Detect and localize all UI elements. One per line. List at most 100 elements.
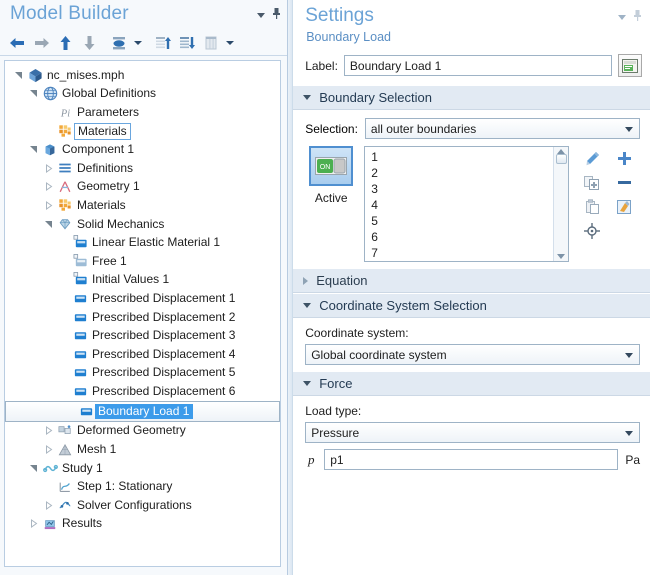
collapse-all-button[interactable] — [108, 32, 130, 54]
settings-subtitle: Boundary Load — [306, 30, 391, 44]
plus-icon[interactable] — [617, 151, 632, 169]
tree-item-solid-mechanics[interactable]: Solid Mechanics — [5, 215, 280, 234]
boundary-list-item[interactable]: 4 — [371, 197, 553, 213]
tree-item-prescribed-displacement-4[interactable]: Prescribed Displacement 4 — [5, 345, 280, 364]
wand-select-icon[interactable] — [584, 150, 601, 170]
tree-item-materials[interactable]: Materials — [5, 122, 280, 141]
tree-item-step-1-stationary[interactable]: Step 1: Stationary — [5, 477, 280, 496]
tree-item-linear-elastic-material-1[interactable]: Linear Elastic Material 1 — [5, 233, 280, 252]
show-menu-caret[interactable] — [224, 32, 236, 54]
tree-item-global-definitions[interactable]: Global Definitions — [5, 85, 280, 104]
tree-expander-closed-icon[interactable] — [41, 196, 56, 214]
tree-item-mesh-1[interactable]: Mesh 1 — [5, 440, 280, 459]
boundary-selection-header-label: Boundary Selection — [319, 90, 432, 105]
section-expanded-icon — [303, 303, 312, 308]
tree-expander-none — [56, 234, 71, 252]
pin-icon[interactable] — [272, 8, 281, 23]
collapse-tree-button[interactable] — [176, 32, 198, 54]
coordinate-system-dropdown[interactable]: Global coordinate system — [305, 344, 640, 365]
equation-header[interactable]: Equation — [293, 268, 650, 293]
tree-item-study-1[interactable]: Study 1 — [5, 459, 280, 478]
pressure-symbol: p — [307, 451, 315, 467]
tree-expander-open-icon[interactable] — [41, 215, 56, 233]
rename-description-icon[interactable] — [618, 54, 642, 77]
tree-item-initial-values-1[interactable]: Initial Values 1 — [5, 271, 280, 290]
tree-expander-open-icon[interactable] — [26, 141, 41, 159]
show-list-button[interactable] — [200, 32, 222, 54]
boundary-list-scrollbar[interactable] — [553, 147, 568, 261]
active-toggle-button[interactable]: ON — [309, 146, 354, 186]
tree-item-geometry-1[interactable]: Geometry 1 — [5, 178, 280, 197]
tree-item-boundary-load-1[interactable]: Boundary Load 1 — [5, 400, 281, 422]
materials-icon — [56, 123, 74, 139]
go-back-button[interactable] — [6, 32, 28, 54]
tree-expander-closed-icon[interactable] — [41, 159, 56, 177]
crosshair-icon[interactable] — [584, 222, 600, 242]
tree-expander-closed-icon[interactable] — [41, 496, 56, 514]
tree-expander-open-icon[interactable] — [26, 459, 41, 477]
equation-header-label: Equation — [316, 273, 368, 288]
tree-expander-closed-icon[interactable] — [41, 422, 56, 440]
move-down-button[interactable] — [78, 32, 100, 54]
tree-item-prescribed-displacement-3[interactable]: Prescribed Displacement 3 — [5, 326, 280, 345]
chevron-down-icon[interactable] — [618, 15, 626, 20]
boundary-list-item[interactable]: 2 — [371, 165, 553, 181]
force-header[interactable]: Force — [293, 371, 650, 396]
boundary-list-item[interactable]: 7 — [371, 245, 553, 261]
selection-caption: Selection: — [305, 121, 358, 136]
go-forward-button[interactable] — [30, 32, 52, 54]
tree-item-prescribed-displacement-2[interactable]: Prescribed Displacement 2 — [5, 308, 280, 327]
tree-expander-none — [56, 289, 71, 307]
boundary-list-item[interactable]: 3 — [371, 181, 553, 197]
tree-expander-open-icon[interactable] — [26, 85, 41, 103]
load-type-dropdown[interactable]: Pressure — [305, 422, 640, 443]
tree-item-parameters[interactable]: Pi Parameters — [5, 103, 280, 122]
boundary-list[interactable]: 1234567 — [364, 146, 569, 262]
move-up-button[interactable] — [54, 32, 76, 54]
tree-item-prescribed-displacement-1[interactable]: Prescribed Displacement 1 — [5, 289, 280, 308]
tree-item-label: Solver Configurations — [77, 497, 192, 512]
label-input[interactable] — [343, 55, 612, 76]
tree-item-definitions[interactable]: Definitions — [5, 159, 280, 178]
minus-icon[interactable] — [617, 175, 632, 193]
expand-tree-button[interactable] — [152, 32, 174, 54]
chevron-down-icon[interactable] — [257, 13, 266, 18]
tree-item-prescribed-displacement-5[interactable]: Prescribed Displacement 5 — [5, 364, 280, 383]
boundary-selection-header[interactable]: Boundary Selection — [293, 85, 650, 110]
boundary-list-item[interactable]: 5 — [371, 213, 553, 229]
force-header-label: Force — [319, 376, 353, 391]
boundary-list-item[interactable]: 6 — [371, 229, 553, 245]
mesh-icon — [56, 442, 74, 458]
tree-item-materials[interactable]: Materials — [5, 196, 280, 215]
tree-expander-open-icon[interactable] — [11, 66, 26, 84]
clear-selection-icon[interactable] — [616, 199, 632, 218]
tree-item-label: Solid Mechanics — [77, 216, 165, 231]
tree-expander-closed-icon[interactable] — [41, 441, 56, 459]
model-builder-panel: Model Builder nc_mises.mph Global Defini… — [0, 0, 289, 575]
scroll-thumb[interactable] — [555, 154, 567, 164]
coordinate-system-selection-header[interactable]: Coordinate System Selection — [293, 293, 650, 318]
tree-item-prescribed-displacement-6[interactable]: Prescribed Displacement 6 — [5, 382, 280, 401]
tree-expander-closed-icon[interactable] — [41, 178, 56, 196]
tree-item-deformed-geometry[interactable]: Deformed Geometry — [5, 422, 280, 441]
scroll-down-icon[interactable] — [557, 254, 565, 259]
tree-expander-closed-icon[interactable] — [26, 515, 41, 533]
tree-item-free-1[interactable]: Free 1 — [5, 252, 280, 271]
tree-item-solver-configurations[interactable]: Solver Configurations — [5, 496, 280, 515]
boundary-list-item[interactable]: 1 — [371, 149, 553, 165]
tree-item-component-1[interactable]: Component 1 — [5, 140, 280, 159]
tree-item-label: Prescribed Displacement 6 — [92, 383, 236, 398]
pressure-input[interactable] — [324, 449, 619, 470]
model-file-icon — [26, 67, 44, 83]
collapse-menu-caret[interactable] — [132, 32, 144, 54]
selection-dropdown[interactable]: all outer boundaries — [364, 118, 640, 139]
boundary-node-icon — [71, 309, 89, 325]
chevron-down-icon — [625, 352, 633, 358]
model-tree-container[interactable]: nc_mises.mph Global Definitions Pi Paramete… — [4, 60, 282, 567]
tree-expander-none — [41, 478, 56, 496]
pin-icon[interactable] — [633, 10, 642, 25]
globe-icon — [41, 86, 59, 102]
tree-expander-none — [62, 402, 77, 420]
tree-item-nc-mises-mph[interactable]: nc_mises.mph — [5, 66, 280, 85]
tree-item-results[interactable]: Results — [5, 515, 280, 534]
